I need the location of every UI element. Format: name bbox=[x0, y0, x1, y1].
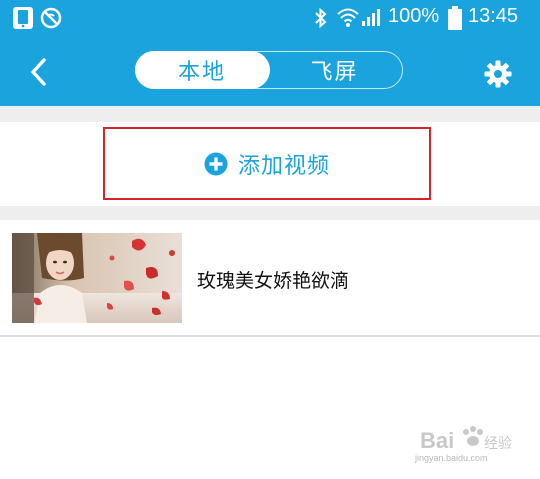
add-video-button[interactable]: 添加视频 bbox=[103, 127, 431, 200]
source-tab-switcher: 本地 飞屏 bbox=[134, 50, 403, 89]
video-list-item[interactable]: 玫瑰美女娇艳欲滴 bbox=[0, 220, 540, 335]
list-divider bbox=[0, 335, 540, 337]
section-divider bbox=[0, 106, 540, 122]
svg-text:经验: 经验 bbox=[484, 435, 512, 451]
phone-notification-icon bbox=[13, 7, 33, 29]
section-divider bbox=[0, 206, 540, 220]
video-title: 玫瑰美女娇艳欲滴 bbox=[197, 270, 350, 292]
back-arrow-icon[interactable] bbox=[24, 56, 56, 88]
app-bar: 本地 飞屏 bbox=[0, 36, 540, 106]
battery-percent: 100% bbox=[388, 5, 440, 27]
svg-text:Bai: Bai bbox=[420, 428, 454, 453]
tab-fly-screen[interactable]: 飞屏 bbox=[267, 51, 402, 89]
blocked-icon bbox=[40, 7, 62, 29]
video-thumbnail bbox=[12, 233, 182, 323]
status-time: 13:45 bbox=[468, 5, 519, 27]
signal-icon bbox=[362, 9, 380, 26]
tab-local[interactable]: 本地 bbox=[134, 50, 270, 89]
add-video-label: 添加视频 bbox=[237, 153, 330, 179]
status-bar: 100% 13:45 bbox=[0, 0, 540, 36]
plus-circle-icon bbox=[204, 152, 228, 175]
watermark-url: jingyan.baidu.com bbox=[415, 453, 488, 463]
wifi-icon bbox=[337, 8, 359, 27]
settings-gear-icon[interactable] bbox=[484, 60, 512, 88]
bluetooth-icon bbox=[315, 8, 327, 28]
add-video-section: 添加视频 bbox=[0, 122, 540, 206]
battery-icon bbox=[448, 6, 462, 30]
